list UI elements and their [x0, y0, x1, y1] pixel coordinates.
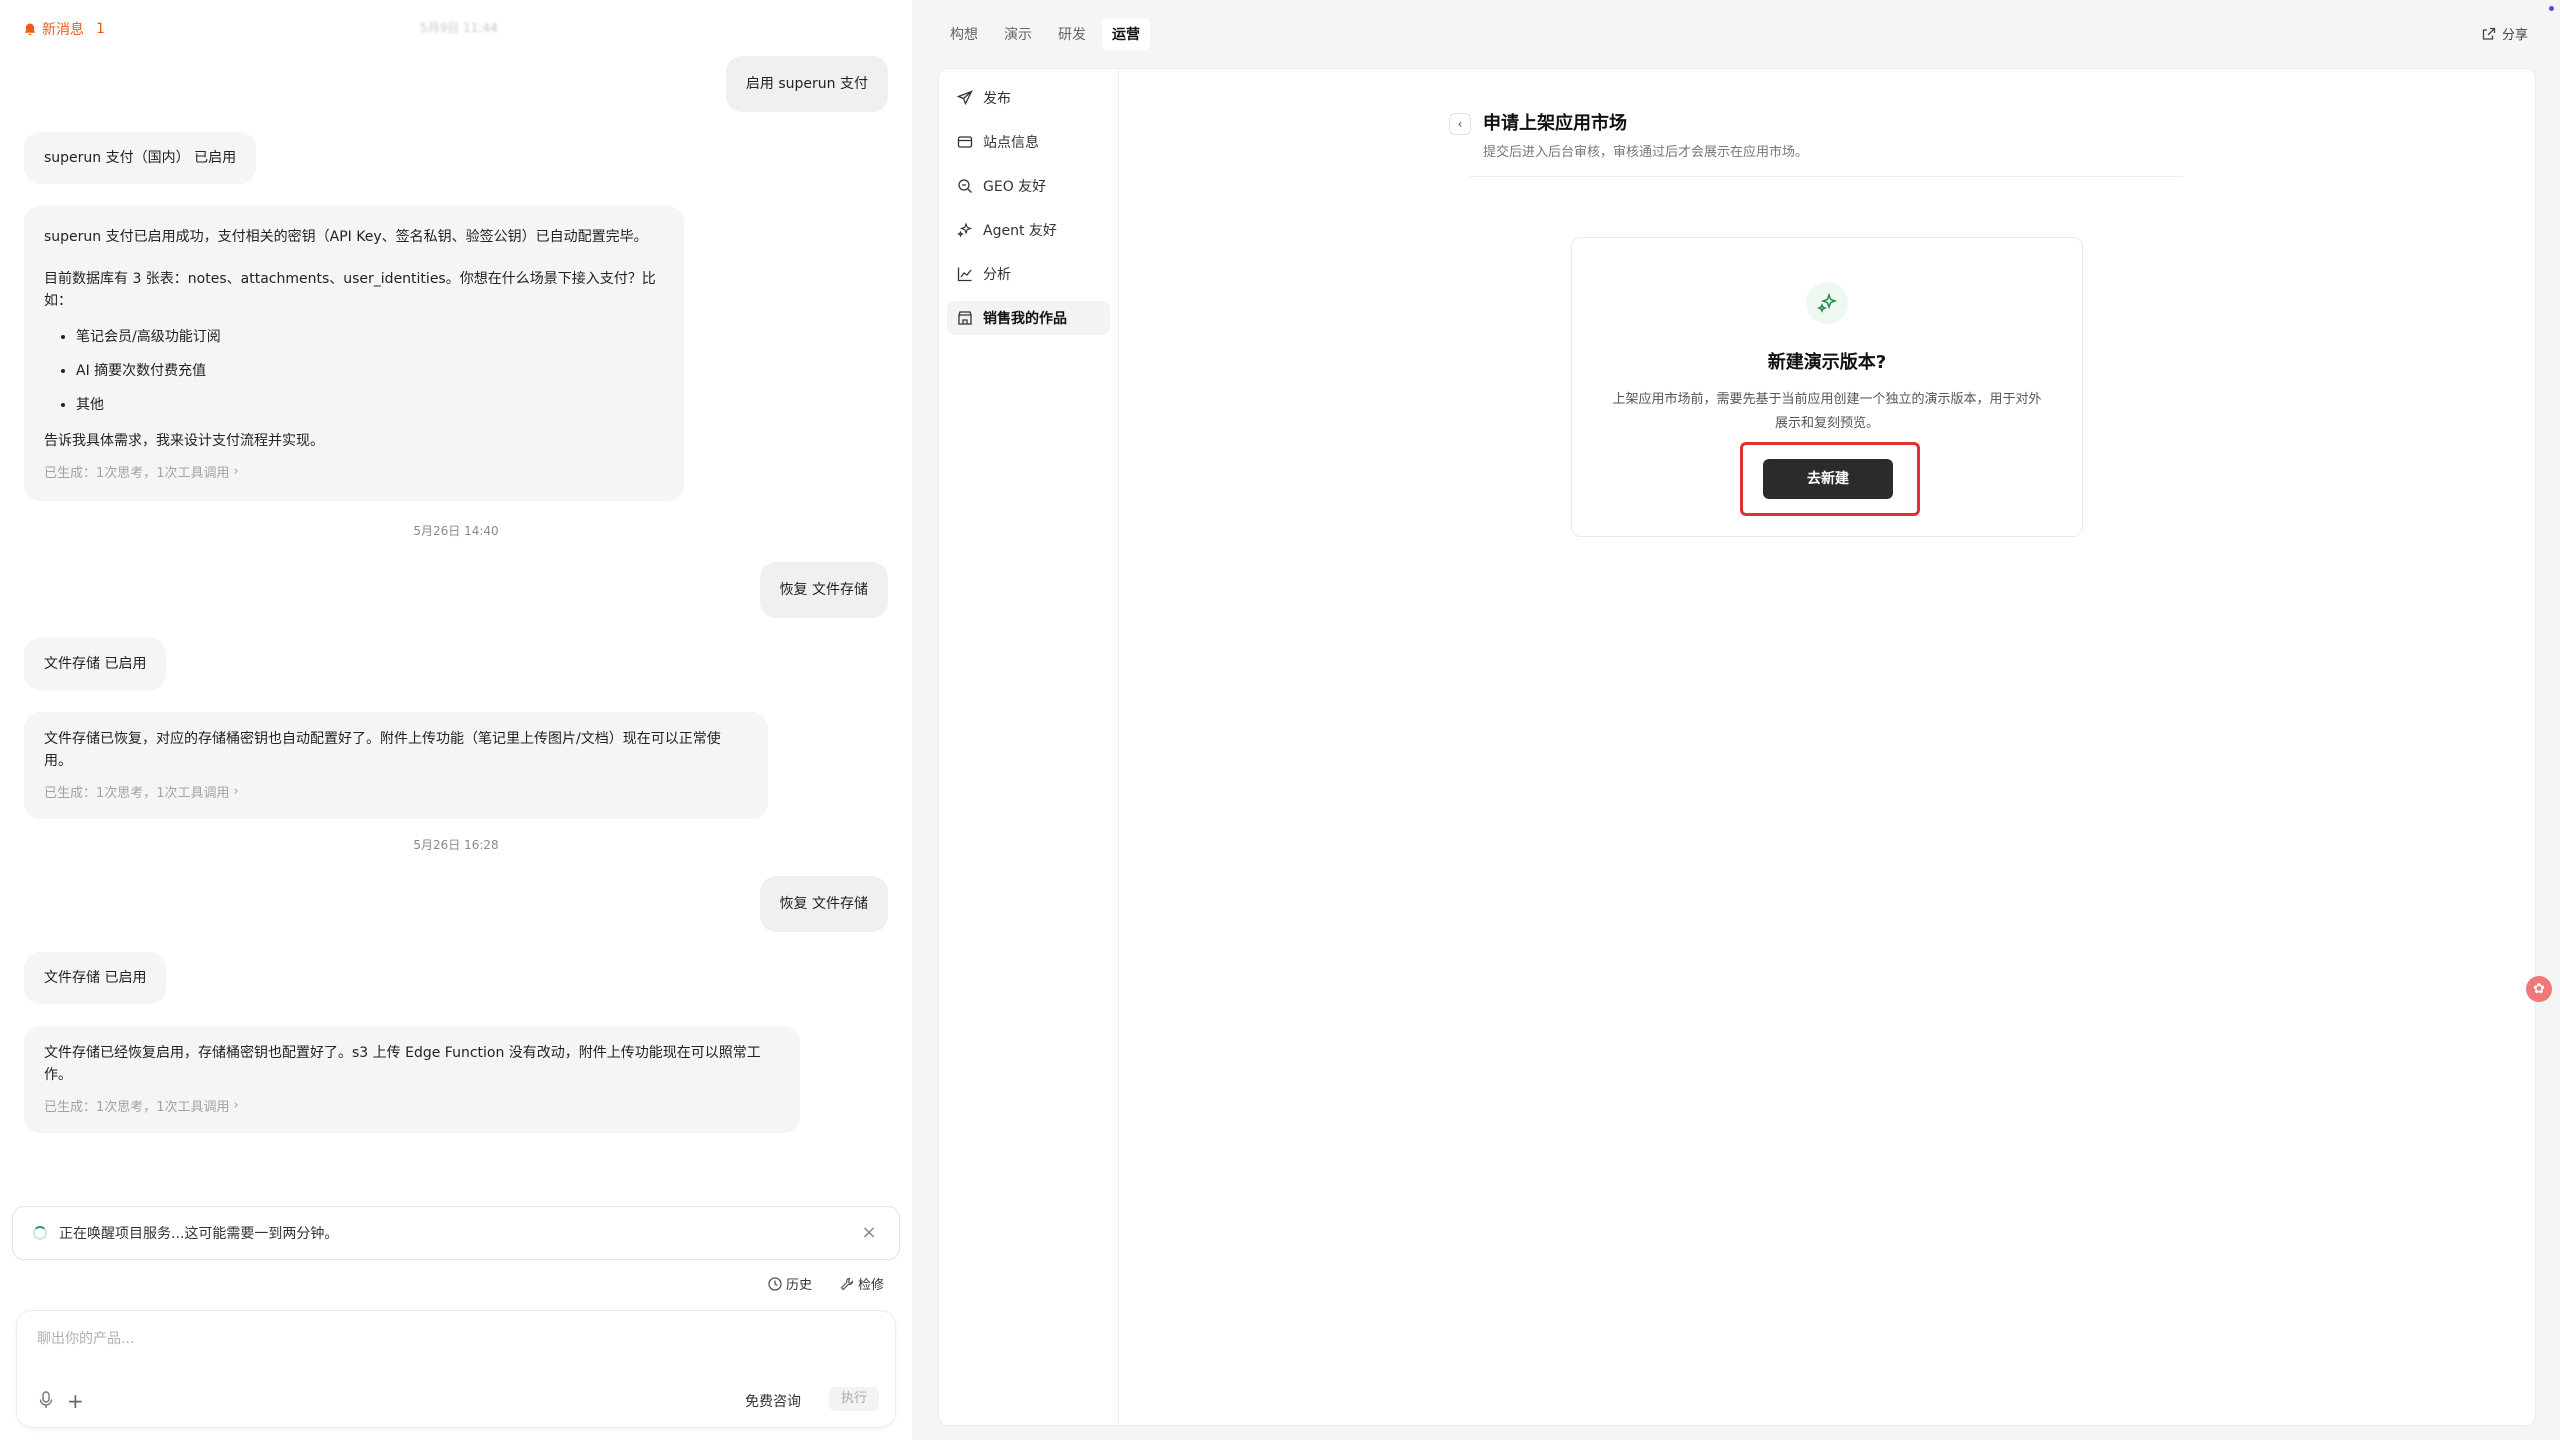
generation-meta-label: 已生成：1次思考，1次工具调用 — [44, 1100, 230, 1115]
ai-paragraph: 文件存储已经恢复启用，存储桶密钥也配置好了。s3 上传 Edge Functio… — [44, 1045, 761, 1083]
tab-ideate[interactable]: 构想 — [940, 18, 988, 50]
store-icon — [958, 311, 972, 325]
nav-item-publish[interactable]: 发布 — [947, 81, 1110, 115]
generation-meta[interactable]: 已生成：1次思考，1次工具调用 › — [44, 1096, 780, 1115]
ai-message: superun 支付已启用成功，支付相关的密钥（API Key、签名私钥、验签公… — [24, 206, 684, 501]
nav-item-label: 站点信息 — [983, 135, 1039, 151]
generation-meta-label: 已生成：1次思考，1次工具调用 — [44, 466, 230, 481]
history-button[interactable]: 历史 — [768, 1274, 812, 1293]
divider — [1469, 176, 2183, 177]
nav-item-label: Agent 友好 — [983, 223, 1057, 239]
side-nav: 发布 站点信息 GEO 友好 Agent 友好 分析 销售我的作品 — [939, 69, 1119, 1425]
chevron-right-icon: › — [233, 464, 239, 479]
date-separator: 5月26日 16:28 — [413, 838, 499, 852]
chat-panel: 新消息 1 5月9日 11:44 启用 superun 支付 superun 支… — [0, 0, 912, 1440]
wake-status-text: 正在唤醒项目服务...这可能需要一到两分钟。 — [59, 1226, 339, 1242]
ai-message: 文件存储已恢复，对应的存储桶密钥也自动配置好了。附件上传功能（笔记里上传图片/文… — [24, 712, 768, 819]
plus-icon[interactable]: + — [67, 1389, 84, 1413]
free-consult-button[interactable]: 免费咨询 — [745, 1391, 801, 1411]
nav-item-analytics[interactable]: 分析 — [947, 257, 1110, 291]
loading-spinner-icon — [33, 1226, 47, 1240]
card-description: 上架应用市场前，需要先基于当前应用创建一个独立的演示版本，用于对外展示和复刻预览… — [1612, 392, 2042, 431]
floating-assistant-icon[interactable]: ✿ — [2526, 976, 2552, 1002]
chat-input[interactable] — [37, 1331, 857, 1347]
wrench-icon — [840, 1277, 854, 1290]
ai-status-message: superun 支付（国内） 已启用 — [24, 132, 257, 184]
search-icon — [958, 179, 972, 193]
nav-item-label: 发布 — [983, 91, 1011, 107]
close-icon[interactable]: × — [859, 1223, 879, 1243]
generation-meta[interactable]: 已生成：1次思考，1次工具调用 › — [44, 462, 664, 481]
chevron-right-icon: › — [233, 1098, 239, 1113]
chevron-right-icon: › — [233, 784, 239, 799]
ai-paragraph: 文件存储已恢复，对应的存储桶密钥也自动配置好了。附件上传功能（笔记里上传图片/文… — [44, 731, 721, 769]
tab-operate[interactable]: 运营 — [1102, 18, 1150, 50]
history-toolbar: 历史 检修 — [768, 1274, 884, 1293]
repair-button[interactable]: 检修 — [840, 1274, 884, 1293]
share-button[interactable]: 分享 — [2482, 24, 2528, 43]
ai-status-message: 文件存储 已启用 — [24, 952, 167, 1004]
chart-line-icon — [957, 267, 972, 282]
detail-header: ‹ 申请上架应用市场 提交后进入后台审核，审核通过后才会展示在应用市场。 — [1449, 109, 2269, 160]
nav-item-label: 销售我的作品 — [983, 311, 1067, 327]
nav-item-geo[interactable]: GEO 友好 — [947, 169, 1110, 203]
share-icon — [2482, 27, 2496, 40]
ai-status-message: 文件存储 已启用 — [24, 638, 167, 690]
nav-item-site-info[interactable]: 站点信息 — [947, 125, 1110, 159]
wake-status-bar: 正在唤醒项目服务...这可能需要一到两分钟。 × — [12, 1206, 900, 1260]
highlight-box: 去新建 — [1740, 442, 1920, 516]
microphone-icon[interactable] — [39, 1391, 53, 1409]
generation-meta-label: 已生成：1次思考，1次工具调用 — [44, 786, 230, 801]
sparkle-icon — [957, 222, 973, 238]
tab-develop[interactable]: 研发 — [1048, 18, 1096, 50]
list-item: 笔记会员/高级功能订阅 — [76, 326, 664, 348]
ai-paragraph: 目前数据库有 3 张表：notes、attachments、user_ident… — [44, 271, 656, 309]
tab-demo[interactable]: 演示 — [994, 18, 1042, 50]
page-title: 申请上架应用市场 — [1483, 113, 1627, 134]
nav-item-label: GEO 友好 — [983, 179, 1047, 195]
workspace-panel: 发布 站点信息 GEO 友好 Agent 友好 分析 销售我的作品 ‹ 申请上架… — [938, 68, 2536, 1426]
ai-paragraph: superun 支付已启用成功，支付相关的密钥（API Key、签名私钥、验签公… — [44, 229, 648, 245]
ai-message: 文件存储已经恢复启用，存储桶密钥也配置好了。s3 上传 Edge Functio… — [24, 1026, 800, 1133]
date-separator: 5月26日 14:40 — [413, 524, 499, 538]
sparkle-icon — [1806, 282, 1848, 324]
user-message: 恢复 文件存储 — [759, 562, 888, 618]
repair-label: 检修 — [857, 1278, 884, 1293]
ai-paragraph: 告诉我具体需求，我来设计支付流程并实现。 — [44, 433, 324, 449]
list-item: AI 摘要次数付费充值 — [76, 360, 664, 382]
chevron-left-icon: ‹ — [1457, 117, 1463, 131]
notice-label: 新消息 — [42, 22, 84, 38]
notice-count: 1 — [96, 21, 105, 37]
new-message-notice[interactable]: 新消息 1 — [24, 19, 105, 39]
back-button[interactable]: ‹ — [1449, 113, 1471, 135]
create-new-button[interactable]: 去新建 — [1763, 459, 1893, 499]
create-demo-card: 新建演示版本? 上架应用市场前，需要先基于当前应用创建一个独立的演示版本，用于对… — [1571, 237, 2083, 537]
nav-item-label: 分析 — [983, 267, 1011, 283]
bell-icon — [24, 23, 36, 35]
status-dot — [2549, 6, 2554, 11]
top-tabs: 构想 演示 研发 运营 — [940, 18, 1150, 50]
nav-item-sell-works[interactable]: 销售我的作品 — [947, 301, 1110, 335]
composer: + 免费咨询 执行 — [16, 1310, 896, 1428]
card-icon — [957, 136, 973, 148]
send-icon — [957, 90, 973, 106]
nav-item-agent[interactable]: Agent 友好 — [947, 213, 1110, 247]
history-label: 历史 — [785, 1278, 812, 1293]
user-message: 启用 superun 支付 — [725, 56, 888, 112]
top-timestamp: 5月9日 11:44 — [420, 21, 498, 35]
generation-meta[interactable]: 已生成：1次思考，1次工具调用 › — [44, 782, 748, 801]
share-label: 分享 — [2501, 28, 2528, 43]
list-item: 其他 — [76, 394, 664, 416]
user-message: 恢复 文件存储 — [759, 876, 888, 932]
page-subtitle: 提交后进入后台审核，审核通过后才会展示在应用市场。 — [1483, 145, 1809, 160]
run-button[interactable]: 执行 — [828, 1387, 879, 1411]
clock-icon — [768, 1276, 782, 1291]
card-title: 新建演示版本? — [1767, 352, 1887, 373]
option-list: 笔记会员/高级功能订阅 AI 摘要次数付费充值 其他 — [76, 326, 664, 416]
